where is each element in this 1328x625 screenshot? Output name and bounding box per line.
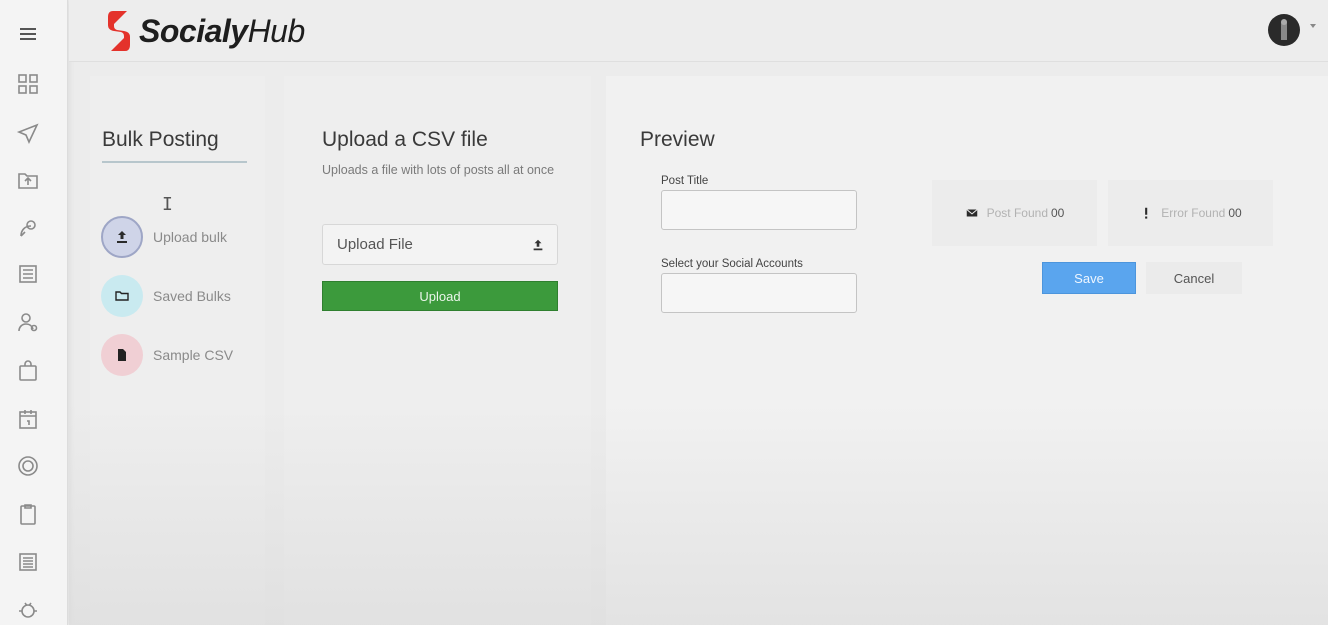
folder-upload-icon[interactable] <box>14 166 42 194</box>
preview-panel: Preview Post Title Select your Social Ac… <box>606 76 1328 625</box>
document-list-icon[interactable] <box>14 548 42 576</box>
sidebar-rail <box>0 0 68 625</box>
list-icon[interactable] <box>14 260 42 288</box>
envelope-icon <box>966 209 978 217</box>
upload-csv-subtitle: Uploads a file with lots of posts all at… <box>322 163 555 177</box>
menu-label: Saved Bulks <box>153 288 231 304</box>
user-silhouette-icon <box>1281 19 1287 40</box>
chevron-down-icon[interactable] <box>1310 24 1316 28</box>
top-header: SocialyHub <box>69 0 1328 62</box>
bulk-posting-title: Bulk Posting <box>102 128 219 151</box>
upload-file-field[interactable]: Upload File <box>322 224 558 265</box>
post-found-count: 00 <box>1051 206 1065 220</box>
clipboard-icon[interactable] <box>14 500 42 528</box>
satellite-icon[interactable] <box>14 214 42 242</box>
cancel-button[interactable]: Cancel <box>1146 262 1242 294</box>
target-icon[interactable] <box>14 452 42 480</box>
upload-icon <box>533 239 543 250</box>
error-found-card: Error Found 00 <box>1108 180 1273 246</box>
file-icon <box>101 334 143 376</box>
save-button[interactable]: Save <box>1042 262 1136 294</box>
bug-icon[interactable] <box>14 595 42 623</box>
post-found-card: Post Found 00 <box>932 180 1097 246</box>
menu-label: Sample CSV <box>153 347 234 363</box>
upload-button[interactable]: Upload <box>322 281 558 311</box>
app-logo[interactable]: SocialyHub <box>105 9 305 53</box>
user-settings-icon[interactable] <box>14 308 42 336</box>
error-found-label: Error Found <box>1161 206 1226 220</box>
menu-item-sample-csv[interactable]: Sample CSV <box>101 334 233 376</box>
post-title-label: Post Title <box>661 175 709 187</box>
preview-title: Preview <box>640 128 715 151</box>
send-icon[interactable] <box>14 120 42 148</box>
folder-icon <box>101 275 143 317</box>
title-underline <box>102 161 247 163</box>
menu-item-saved-bulks[interactable]: Saved Bulks <box>101 275 231 317</box>
social-accounts-label: Select your Social Accounts <box>661 258 803 270</box>
bag-icon[interactable] <box>14 357 42 385</box>
bulk-posting-panel: Bulk Posting I Upload bulk Saved Bulks S… <box>90 76 265 625</box>
post-found-label: Post Found <box>986 206 1048 220</box>
logo-text: SocialyHub <box>139 12 305 49</box>
socialyhub-logo-icon <box>108 11 130 51</box>
menu-label: Upload bulk <box>153 229 227 245</box>
post-title-input[interactable] <box>661 190 857 230</box>
error-found-count: 00 <box>1228 206 1242 220</box>
upload-icon <box>101 216 143 258</box>
user-avatar[interactable] <box>1268 14 1300 46</box>
upload-csv-panel: Upload a CSV file Uploads a file with lo… <box>284 76 591 625</box>
exclamation-icon <box>1145 207 1148 219</box>
text-cursor: I <box>162 194 173 215</box>
social-accounts-select[interactable] <box>661 273 857 313</box>
upload-file-label: Upload File <box>337 236 413 253</box>
dashboard-icon[interactable] <box>14 70 42 98</box>
upload-csv-title: Upload a CSV file <box>322 128 488 151</box>
calendar-icon[interactable] <box>14 405 42 433</box>
menu-item-upload-bulk[interactable]: Upload bulk <box>101 216 227 258</box>
menu-icon[interactable] <box>14 20 42 48</box>
